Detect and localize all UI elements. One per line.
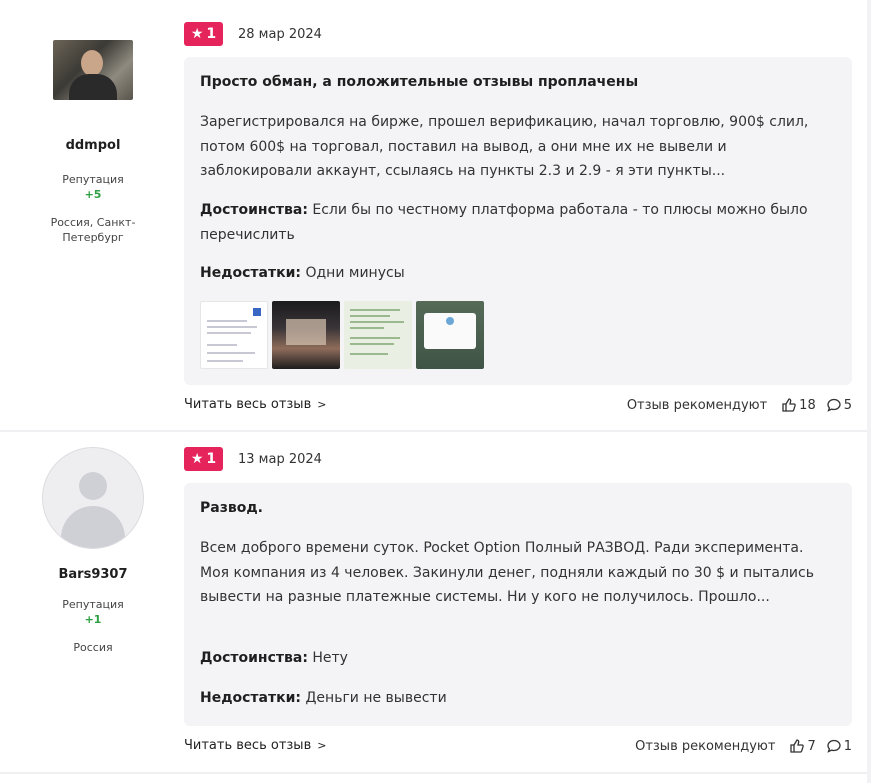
star-icon: ★ (190, 451, 204, 467)
reputation-label: Репутация (62, 173, 124, 186)
pros-label: Достоинства: (200, 202, 308, 218)
reputation-value: +1 (84, 613, 102, 626)
read-more-label: Читать весь отзыв (184, 397, 312, 412)
likes-count: 18 (799, 397, 816, 413)
rating-badge: ★ 1 (184, 22, 223, 46)
comments-count: 1 (843, 738, 852, 754)
rating-value: 1 (206, 451, 217, 467)
review-cons: Недостатки: Деньги не вывести (200, 686, 830, 711)
attachment-thumbnail[interactable] (344, 301, 412, 369)
username[interactable]: ddmpol (20, 138, 166, 153)
cons-text: Деньги не вывести (305, 690, 447, 706)
review-author: Bars9307 Репутация +1 Россия (20, 447, 166, 655)
user-location: Россия (73, 641, 113, 654)
attachment-thumbnail[interactable] (416, 301, 484, 369)
review-footer: Читать весь отзыв > Отзыв рекомендуют 18 … (184, 397, 852, 417)
review-title[interactable]: Развод. (200, 500, 263, 516)
review-body: Всем доброго времени суток. Pocket Optio… (200, 540, 814, 605)
comment-icon[interactable] (826, 738, 842, 754)
review-header: ★ 1 13 мар 2024 (184, 447, 322, 471)
cons-text: Одни минусы (305, 265, 405, 281)
recommend-label: Отзыв рекомендуют (635, 738, 776, 754)
divider (0, 772, 867, 774)
review-date: 13 мар 2024 (238, 451, 322, 467)
review-item: ddmpol Репутация +5 Россия, Санкт-Петерб… (0, 0, 867, 430)
user-location: Россия, Санкт-Петербург (50, 216, 136, 244)
chevron-right-icon: > (317, 739, 327, 752)
review-pros: Достоинства: Если бы по честному платфор… (200, 198, 830, 247)
chevron-right-icon: > (317, 398, 327, 411)
review-title[interactable]: Просто обман, а положительные отзывы про… (200, 74, 638, 90)
reviews-list: ddmpol Репутация +5 Россия, Санкт-Петерб… (0, 0, 867, 783)
read-more-label: Читать весь отзыв (184, 738, 312, 753)
review-attachments (200, 301, 484, 369)
read-more-link[interactable]: Читать весь отзыв > (184, 738, 326, 753)
thumbs-up-icon[interactable] (781, 397, 797, 413)
review-header: ★ 1 28 мар 2024 (184, 22, 322, 46)
likes-count: 7 (807, 738, 816, 754)
review-stats: Отзыв рекомендуют 18 5 (627, 397, 852, 413)
review-pros: Достоинства: Нету (200, 646, 830, 671)
rating-value: 1 (206, 26, 217, 42)
review-body: Зарегистрировался на бирже, прошел вериф… (200, 114, 809, 179)
read-more-link[interactable]: Читать весь отзыв > (184, 397, 326, 412)
thumbs-up-icon[interactable] (789, 738, 805, 754)
comment-icon[interactable] (826, 397, 842, 413)
pros-text: Нету (312, 650, 348, 666)
review-footer: Читать весь отзыв > Отзыв рекомендуют 7 1 (184, 738, 852, 758)
star-icon: ★ (190, 26, 204, 42)
review-card: Развод. Всем доброго времени суток. Pock… (184, 483, 852, 726)
cons-label: Недостатки: (200, 265, 302, 281)
username[interactable]: Bars9307 (20, 567, 166, 582)
review-card: Просто обман, а положительные отзывы про… (184, 57, 852, 385)
comments-count: 5 (843, 397, 852, 413)
review-author: ddmpol Репутация +5 Россия, Санкт-Петерб… (20, 40, 166, 245)
rating-badge: ★ 1 (184, 447, 223, 471)
recommend-label: Отзыв рекомендуют (626, 397, 768, 413)
reputation-label: Репутация (62, 598, 124, 611)
review-item: Bars9307 Репутация +1 Россия ★ 1 13 мар … (0, 432, 867, 772)
review-date: 28 мар 2024 (238, 26, 322, 42)
review-stats: Отзыв рекомендуют 7 1 (635, 738, 852, 754)
attachment-thumbnail[interactable] (200, 301, 268, 369)
avatar[interactable] (53, 40, 133, 100)
cons-label: Недостатки: (200, 690, 302, 706)
reputation-value: +5 (84, 188, 102, 201)
attachment-thumbnail[interactable] (272, 301, 340, 369)
pros-label: Достоинства: (200, 650, 308, 666)
avatar[interactable] (42, 447, 144, 549)
review-cons: Недостатки: Одни минусы (200, 261, 830, 286)
